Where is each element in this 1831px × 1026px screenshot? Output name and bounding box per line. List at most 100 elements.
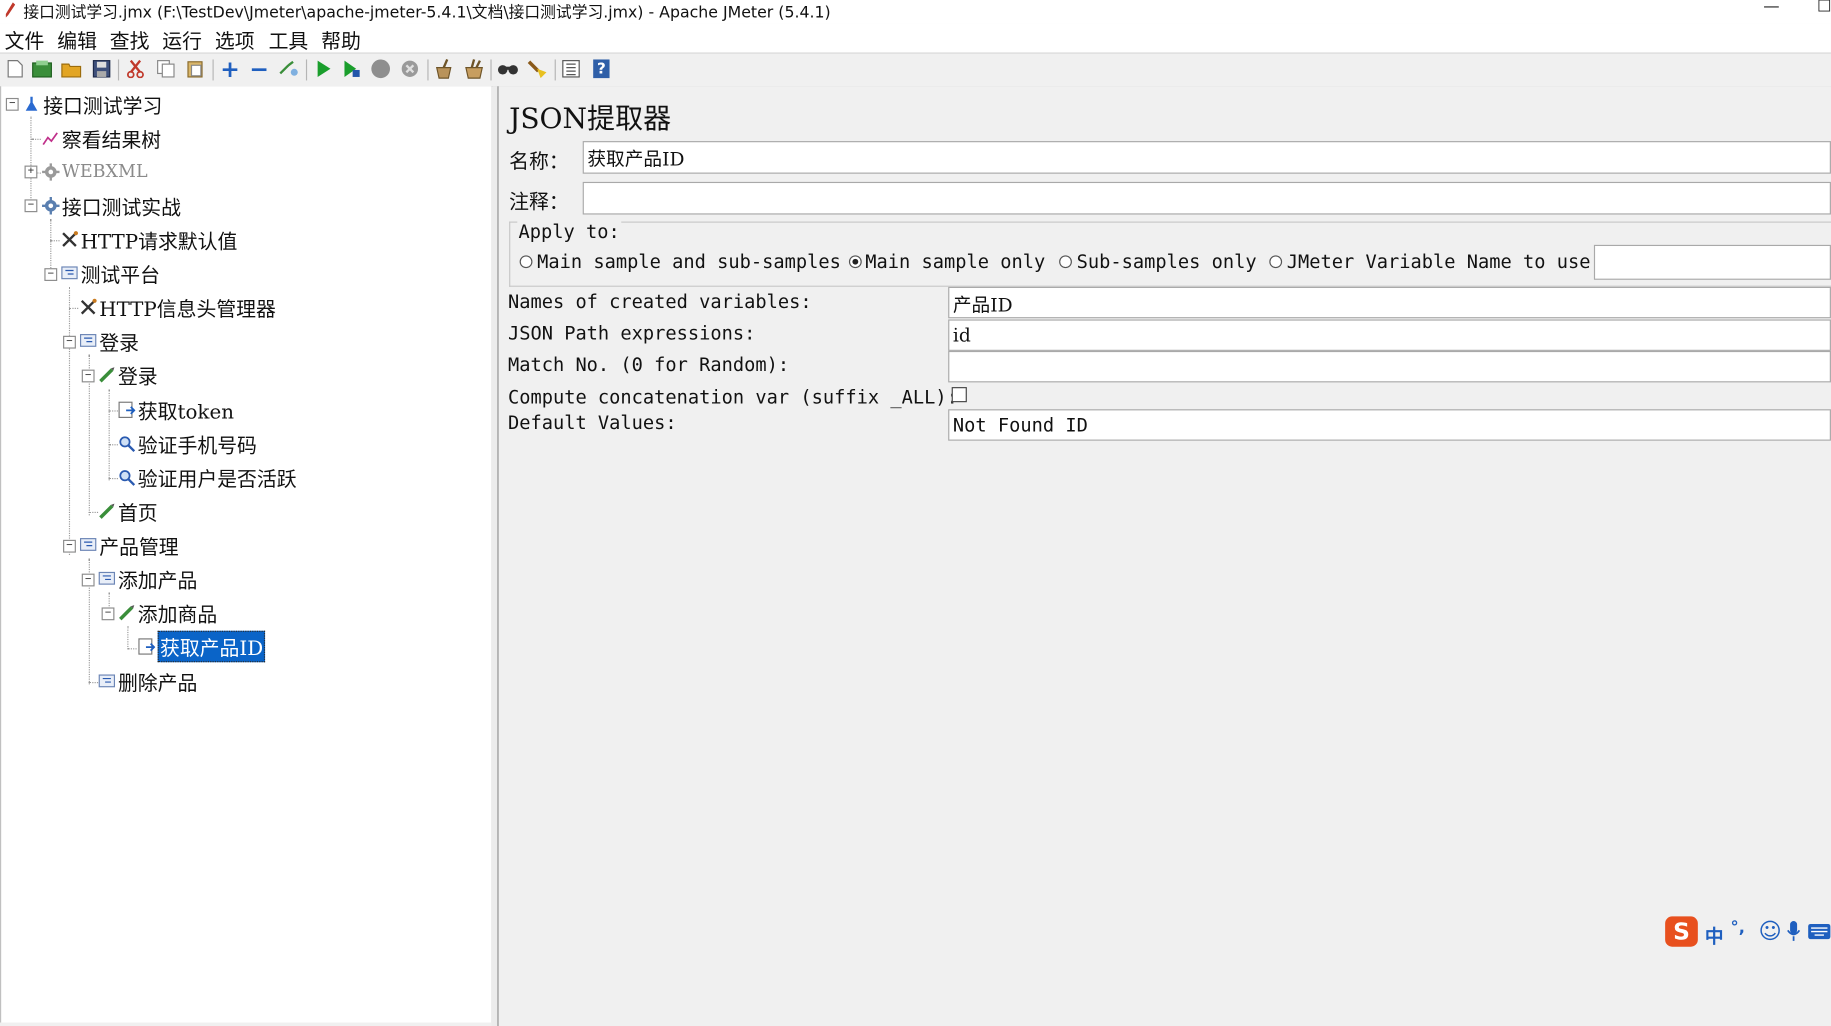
ime-mode[interactable]: 中	[1705, 921, 1724, 949]
tree-node-verify-user-active[interactable]: 验证用户是否活跃	[117, 463, 297, 491]
comment-label: 注释：	[509, 191, 569, 215]
config-element-icon	[78, 297, 97, 316]
controller-icon	[78, 331, 97, 350]
clear-button[interactable]	[433, 58, 454, 79]
menu-run[interactable]: 运行	[162, 24, 202, 53]
maximize-button[interactable]: ☐	[1817, 0, 1831, 16]
expander-product-management[interactable]: −	[63, 539, 76, 553]
expander-thread-group[interactable]: −	[24, 199, 38, 213]
tree-node-webxml[interactable]: WEBXML	[41, 157, 148, 185]
expander-login-controller[interactable]: −	[63, 335, 76, 349]
tree-node-http-defaults[interactable]: HTTP请求默认值	[60, 225, 237, 254]
collapse-icon: −	[249, 54, 270, 83]
assertion-icon	[117, 468, 136, 487]
tree-node-add-goods[interactable]: 添加商品	[117, 598, 217, 627]
radio-jmeter-variable[interactable]	[1269, 255, 1283, 269]
tree-node-test-plan[interactable]: 接口测试学习	[22, 90, 162, 118]
thread-group-icon	[41, 196, 60, 215]
expander-webxml[interactable]: +	[24, 165, 38, 179]
panel-title: JSON提取器	[509, 102, 672, 136]
concatenation-checkbox[interactable]	[951, 387, 967, 403]
controller-icon	[97, 569, 116, 588]
menu-edit[interactable]: 编辑	[57, 24, 97, 53]
expander-add-goods[interactable]: −	[101, 607, 115, 621]
tree-node-verify-phone[interactable]: 验证手机号码	[117, 429, 257, 458]
menu-help[interactable]: 帮助	[321, 24, 361, 53]
tree-node-get-product-id[interactable]: 获取产品ID	[137, 630, 266, 662]
tree-node-login-controller[interactable]: 登录	[78, 326, 139, 355]
tree-node-home[interactable]: 首页	[97, 497, 158, 525]
clear-all-button[interactable]	[464, 58, 485, 79]
match-no-label: Match No. (0 for Random):	[507, 353, 790, 376]
tree-node-get-token[interactable]: 获取token	[117, 395, 234, 424]
tree-node-view-results-tree[interactable]: 察看结果树	[41, 124, 161, 152]
name-label: 名称：	[509, 150, 569, 174]
emoji-icon[interactable]: ☺	[1759, 919, 1782, 945]
shutdown-button[interactable]	[399, 58, 420, 79]
expand-all-button[interactable]: +	[220, 57, 241, 80]
menu-tools[interactable]: 工具	[269, 24, 309, 53]
new-button[interactable]	[5, 58, 26, 79]
menu-search[interactable]: 查找	[110, 24, 150, 53]
reset-search-button[interactable]	[527, 58, 548, 79]
tree-node-thread-group[interactable]: 接口测试实战	[41, 191, 181, 220]
jmeter-feather-icon	[5, 2, 16, 18]
expander-login-sampler[interactable]: −	[81, 369, 95, 383]
start-no-pauses-button[interactable]	[341, 58, 362, 79]
cut-button[interactable]	[125, 58, 146, 79]
help-button[interactable]: ?	[591, 58, 612, 79]
function-helper-button[interactable]	[560, 58, 581, 79]
expander-add-product[interactable]: −	[81, 573, 95, 587]
tree-node-http-header-manager[interactable]: HTTP信息头管理器	[78, 293, 276, 321]
copy-button[interactable]	[155, 58, 176, 79]
search-icon	[497, 65, 518, 75]
default-values-field[interactable]: Not Found ID	[948, 409, 1831, 441]
radio-jmeter-variable-label: JMeter Variable Name to use	[1286, 250, 1591, 273]
json-extractor-panel: JSON提取器 名称： 获取产品ID 注释： Apply to: Main sa…	[498, 86, 1831, 1026]
keyboard-icon[interactable]	[1808, 923, 1831, 940]
start-no-pauses-icon	[344, 60, 360, 77]
copy-icon	[157, 60, 175, 78]
default-values-label: Default Values:	[507, 411, 677, 434]
pane-splitter[interactable]	[491, 86, 499, 1026]
paste-button[interactable]	[184, 58, 205, 79]
templates-icon	[32, 60, 52, 78]
tree-node-login-sampler[interactable]: 登录	[97, 360, 158, 389]
expander-test-plan[interactable]: −	[5, 97, 19, 111]
toggle-button[interactable]	[278, 58, 299, 79]
stop-button[interactable]	[370, 58, 391, 79]
menu-options[interactable]: 选项	[215, 24, 255, 53]
mic-icon[interactable]	[1787, 921, 1801, 942]
ime-toolbar[interactable]: S 中 °, ☺	[1663, 914, 1831, 951]
window-title: 接口测试学习.jmx (F:\TestDev\Jmeter\apache-jme…	[23, 3, 831, 23]
json-path-field[interactable]: id	[948, 319, 1831, 351]
sampler-icon	[97, 365, 116, 384]
collapse-all-button[interactable]: −	[249, 54, 270, 83]
templates-button[interactable]	[32, 58, 53, 79]
match-no-field[interactable]	[948, 350, 1831, 383]
radio-main-and-sub-samples[interactable]	[519, 255, 533, 269]
radio-sub-samples-only[interactable]	[1059, 255, 1072, 269]
minimize-button[interactable]: —	[1763, 0, 1779, 16]
start-button[interactable]	[313, 58, 334, 79]
ime-punctuation[interactable]: °,	[1731, 919, 1745, 938]
expander-test-platform[interactable]: −	[44, 268, 58, 281]
tree-node-add-product[interactable]: 添加产品	[97, 564, 197, 593]
open-icon	[61, 63, 82, 78]
tree-node-test-platform[interactable]: 测试平台	[60, 259, 160, 287]
save-button[interactable]	[91, 58, 112, 79]
tree-node-delete-product[interactable]: 删除产品	[97, 667, 197, 695]
open-button[interactable]	[61, 58, 82, 79]
menu-file[interactable]: 文件	[5, 24, 45, 53]
created-variables-field[interactable]: 产品ID	[948, 286, 1831, 319]
jmeter-variable-name-field[interactable]	[1593, 244, 1831, 280]
radio-sub-samples-only-label: Sub-samples only	[1076, 250, 1257, 273]
test-plan-tree[interactable]: − + − − − − − − − 接口测试学习 察看结果树 WEBXML 接口…	[0, 86, 493, 1023]
shutdown-icon	[401, 60, 419, 77]
cut-icon	[126, 59, 144, 79]
radio-main-sample-only[interactable]	[848, 255, 862, 269]
comment-field[interactable]	[582, 181, 1831, 215]
name-field[interactable]: 获取产品ID	[582, 141, 1831, 174]
tree-node-product-management[interactable]: 产品管理	[78, 530, 179, 559]
search-button[interactable]	[497, 58, 518, 79]
